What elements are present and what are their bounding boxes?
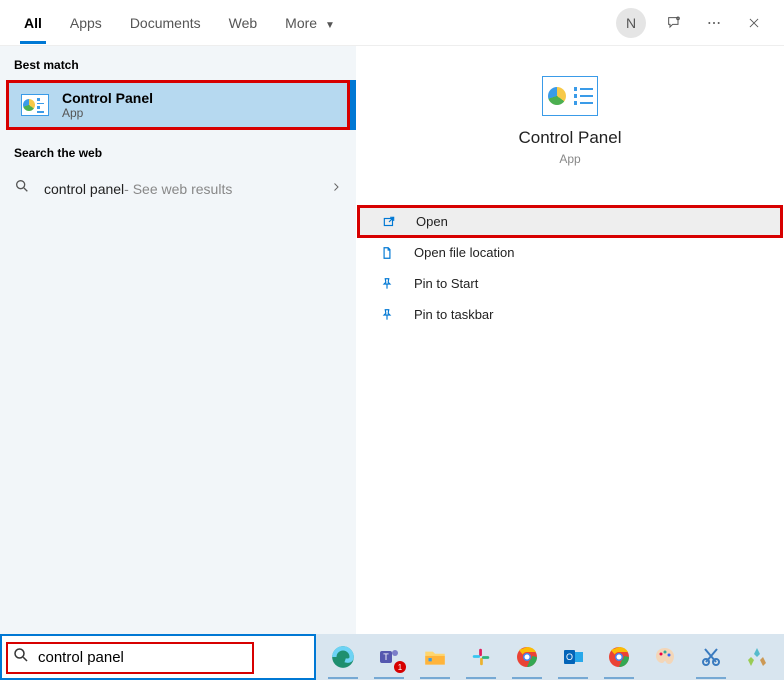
tray-chrome-icon[interactable] <box>506 639 548 675</box>
preview-title: Control Panel <box>356 128 784 148</box>
results-panel: Best match Control Panel App Search the … <box>0 46 356 634</box>
action-pin-taskbar[interactable]: Pin to taskbar <box>356 299 784 330</box>
tab-web[interactable]: Web <box>215 3 272 43</box>
control-panel-icon <box>20 90 50 120</box>
tray-slack-icon[interactable] <box>460 639 502 675</box>
web-query-text: control panel <box>44 181 124 197</box>
search-icon <box>14 178 34 199</box>
open-icon <box>382 215 402 229</box>
tray-app-icon[interactable] <box>736 639 778 675</box>
tab-documents[interactable]: Documents <box>116 3 215 43</box>
tray-paint-icon[interactable] <box>644 639 686 675</box>
tab-more-label: More <box>285 15 317 31</box>
action-open-label: Open <box>416 214 448 229</box>
best-match-result[interactable]: Control Panel App <box>6 80 350 130</box>
tab-apps[interactable]: Apps <box>56 3 116 43</box>
tray-explorer-icon[interactable] <box>414 639 456 675</box>
file-location-icon <box>380 246 400 260</box>
tray-edge-icon[interactable] <box>322 639 364 675</box>
action-pin-start-label: Pin to Start <box>414 276 478 291</box>
tab-more[interactable]: More ▼ <box>271 3 349 43</box>
chevron-right-icon <box>330 180 342 198</box>
preview-panel: Control Panel App Open Open file locatio… <box>356 46 784 634</box>
tray-chrome2-icon[interactable] <box>598 639 640 675</box>
search-input[interactable] <box>38 649 304 666</box>
action-file-location-label: Open file location <box>414 245 514 260</box>
web-result[interactable]: control panel - See web results <box>0 168 356 209</box>
preview-actions: Open Open file location Pin to Start Pin… <box>356 206 784 330</box>
tray-outlook-icon[interactable]: O <box>552 639 594 675</box>
result-title: Control Panel <box>62 90 153 106</box>
action-open-file-location[interactable]: Open file location <box>356 237 784 268</box>
tray-teams-icon[interactable]: T1 <box>368 639 410 675</box>
feedback-icon[interactable] <box>654 3 694 43</box>
search-box[interactable] <box>0 634 316 680</box>
chevron-down-icon: ▼ <box>325 20 335 31</box>
badge-count: 1 <box>394 661 406 673</box>
action-open[interactable]: Open <box>358 206 782 237</box>
tab-all[interactable]: All <box>10 3 56 43</box>
more-options-icon[interactable] <box>694 3 734 43</box>
taskbar-tray: T1 O <box>316 634 784 680</box>
result-subtitle: App <box>62 106 153 120</box>
user-avatar[interactable]: N <box>616 8 646 38</box>
filter-tabs: All Apps Documents Web More ▼ N <box>0 0 784 46</box>
result-text: Control Panel App <box>62 90 153 120</box>
search-input-icon <box>12 646 30 669</box>
pin-start-icon <box>380 277 400 291</box>
preview-subtitle: App <box>356 152 784 166</box>
bottom-bar: T1 O <box>0 634 784 680</box>
svg-text:T: T <box>383 652 389 662</box>
web-suffix: - See web results <box>124 181 232 197</box>
svg-text:O: O <box>566 652 573 662</box>
action-pin-taskbar-label: Pin to taskbar <box>414 307 494 322</box>
main-area: Best match Control Panel App Search the … <box>0 46 784 634</box>
action-pin-start[interactable]: Pin to Start <box>356 268 784 299</box>
search-web-label: Search the web <box>0 134 356 168</box>
pin-taskbar-icon <box>380 308 400 322</box>
best-match-label: Best match <box>0 46 356 80</box>
tray-snip-icon[interactable] <box>690 639 732 675</box>
preview-app-icon <box>542 76 598 116</box>
close-button[interactable] <box>734 3 774 43</box>
